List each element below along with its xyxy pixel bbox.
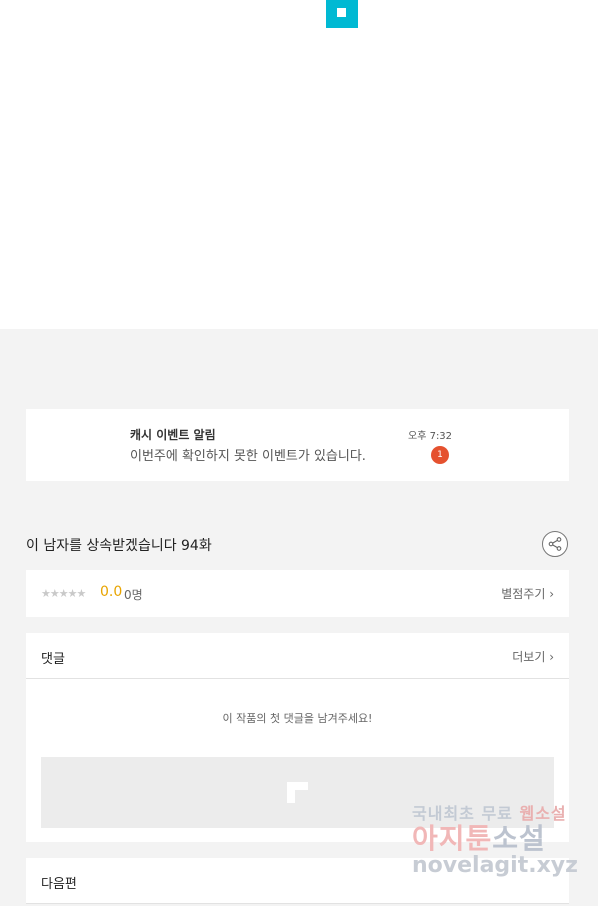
content-area: [0, 0, 598, 329]
divider: [26, 678, 569, 679]
comment-placeholder-icon: [287, 782, 308, 803]
watermark: 국내최초 무료 웹소설 아지툰소설 novelagit.xyz: [412, 800, 582, 900]
rating-card: ★★★★★ 0.0 0명 별점주기 ›: [26, 570, 569, 617]
notice-time: 오후 7:32: [408, 431, 453, 442]
share-icon: [548, 537, 562, 551]
divider: [26, 903, 569, 904]
watermark-line3: novelagit.xyz: [412, 853, 578, 878]
episode-title: 이 남자를 상속받겠습니다 94화: [26, 538, 212, 554]
star-rating-icon: ★★★★★: [41, 587, 86, 600]
rate-button[interactable]: 별점주기 ›: [501, 585, 554, 602]
notice-count-badge: 1: [431, 446, 449, 464]
comments-empty-text: 이 작품의 첫 댓글을 남겨주세요!: [222, 712, 373, 725]
notice-message: 이번주에 확인하지 못한 이벤트가 있습니다.: [130, 449, 366, 464]
notice-title: 캐시 이벤트 알림: [130, 428, 216, 442]
next-episode-title: 다음편: [41, 877, 77, 892]
notice-card[interactable]: 캐시 이벤트 알림 이번주에 확인하지 못한 이벤트가 있습니다. 오후 7:3…: [26, 409, 569, 481]
share-button[interactable]: [542, 531, 568, 557]
comments-more-button[interactable]: 더보기 ›: [512, 648, 554, 665]
app-logo-icon: [326, 0, 358, 28]
watermark-line2: 아지툰소설: [412, 822, 546, 855]
rating-value: 0.0: [100, 584, 123, 600]
rating-count: 0명: [124, 588, 143, 602]
comments-title: 댓글: [41, 652, 65, 667]
